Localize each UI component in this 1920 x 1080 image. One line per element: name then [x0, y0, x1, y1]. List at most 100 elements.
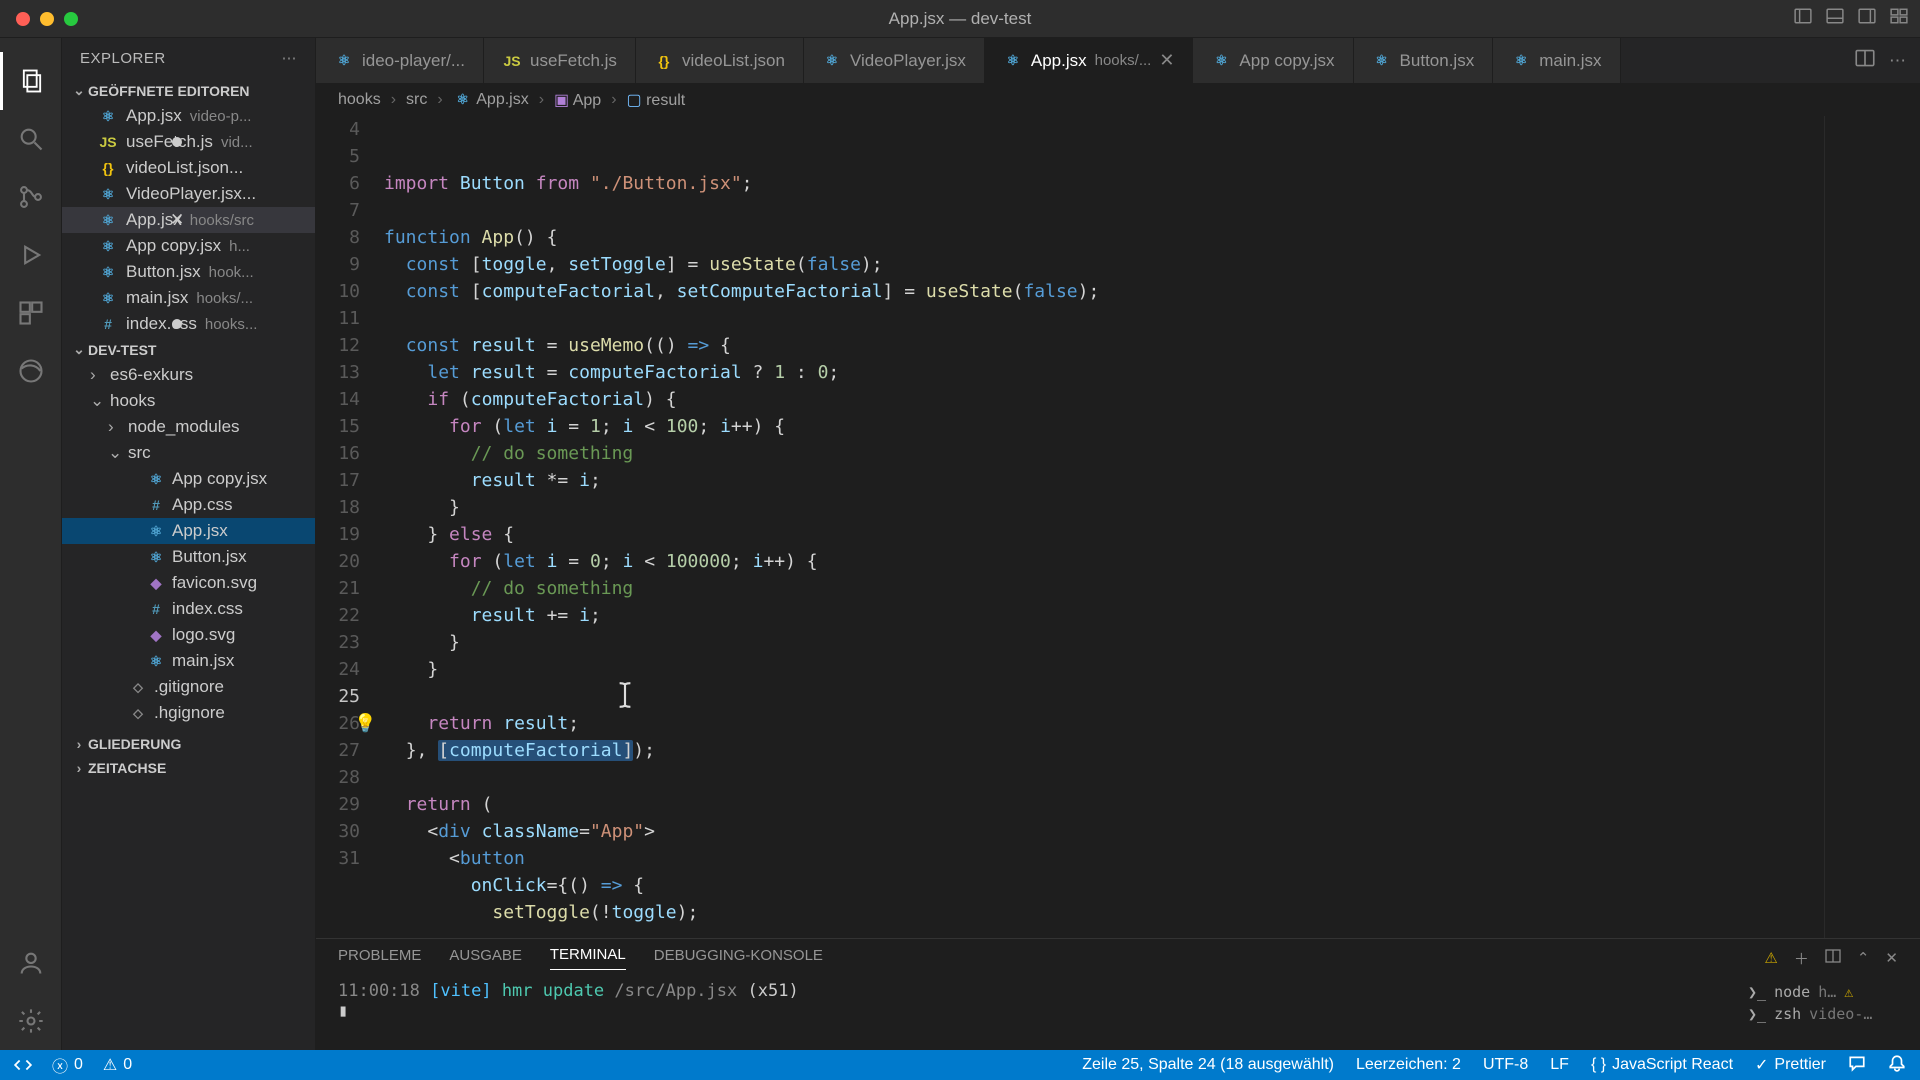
code-line[interactable]: setToggle(!toggle);	[384, 899, 1824, 926]
code-line[interactable]: <div className="App">	[384, 818, 1824, 845]
status-warnings[interactable]: ⚠ 0	[103, 1055, 132, 1075]
section-open-editors[interactable]: ⌄ GEÖFFNETE EDITOREN	[62, 78, 315, 103]
code-line[interactable]: // do something	[384, 440, 1824, 467]
activity-explorer[interactable]	[0, 52, 62, 110]
file-tree-item[interactable]: ›es6-exkurs	[62, 362, 315, 388]
file-tree-item[interactable]: #App.css	[62, 492, 315, 518]
code-line[interactable]	[384, 683, 1824, 710]
code-editor[interactable]: 4567891011121314151617181920212223242526…	[316, 116, 1920, 938]
code-line[interactable]: }	[384, 656, 1824, 683]
code-line[interactable]	[384, 305, 1824, 332]
layout-left-icon[interactable]	[1794, 7, 1812, 30]
window-minimize-button[interactable]	[40, 12, 54, 26]
status-position[interactable]: Zeile 25, Spalte 24 (18 ausgewählt)	[1082, 1056, 1334, 1074]
file-tree-item[interactable]: ◆favicon.svg	[62, 570, 315, 596]
editor-tab[interactable]: {}videoList.json	[636, 38, 804, 83]
code-line[interactable]	[384, 197, 1824, 224]
open-editor-item[interactable]: ✕⚛App.jsx hooks/src	[62, 207, 315, 233]
activity-extensions[interactable]	[0, 284, 62, 342]
editor-more-icon[interactable]: ⋯	[1889, 51, 1906, 71]
breadcrumb-segment[interactable]: ▣ App	[554, 90, 601, 110]
window-close-button[interactable]	[16, 12, 30, 26]
activity-edge[interactable]	[0, 342, 62, 400]
file-tree-item[interactable]: ⚛main.jsx	[62, 648, 315, 674]
terminal-output[interactable]: 11:00:18 [vite] hmr update /src/App.jsx …	[338, 981, 799, 1046]
code-line[interactable]: result *= i;	[384, 467, 1824, 494]
status-encoding[interactable]: UTF-8	[1483, 1056, 1528, 1074]
tab-close-icon[interactable]: ✕	[1159, 50, 1174, 71]
file-tree-item[interactable]: ⌄hooks	[62, 388, 315, 414]
minimap[interactable]	[1824, 116, 1920, 938]
split-editor-icon[interactable]	[1855, 48, 1875, 73]
code-line[interactable]: }	[384, 629, 1824, 656]
breadcrumb-segment[interactable]: ⚛ App.jsx	[453, 91, 529, 109]
file-tree-item[interactable]: ⚛Button.jsx	[62, 544, 315, 570]
window-maximize-button[interactable]	[64, 12, 78, 26]
status-eol[interactable]: LF	[1550, 1056, 1569, 1074]
file-tree-item[interactable]: ⬦.gitignore	[62, 674, 315, 700]
terminal-process[interactable]: ❯_ zsh video-…	[1748, 1003, 1898, 1025]
layout-grid-icon[interactable]	[1890, 7, 1908, 30]
activity-scm[interactable]	[0, 168, 62, 226]
activity-settings[interactable]	[0, 992, 62, 1050]
file-tree-item[interactable]: ⚛App.jsx	[62, 518, 315, 544]
editor-tab[interactable]: ⚛VideoPlayer.jsx	[804, 38, 985, 83]
editor-tab[interactable]: ⚛ideo-player/...	[316, 38, 484, 83]
status-language[interactable]: { } JavaScript React	[1591, 1056, 1733, 1074]
editor-tab[interactable]: ⚛main.jsx	[1493, 38, 1620, 83]
code-line[interactable]: function App() {	[384, 224, 1824, 251]
code-line[interactable]: result += i;	[384, 602, 1824, 629]
file-tree-item[interactable]: ⬦.hgignore	[62, 700, 315, 726]
section-project[interactable]: ⌄ DEV-TEST	[62, 337, 315, 362]
breadcrumb-segment[interactable]: hooks	[338, 91, 381, 109]
activity-search[interactable]	[0, 110, 62, 168]
panel-maximize-icon[interactable]: ⌃	[1857, 949, 1870, 967]
status-indent[interactable]: Leerzeichen: 2	[1356, 1056, 1461, 1074]
code-line[interactable]: return (	[384, 791, 1824, 818]
activity-debug[interactable]	[0, 226, 62, 284]
section-outline[interactable]: › GLIEDERUNG	[62, 732, 315, 756]
layout-right-icon[interactable]	[1858, 7, 1876, 30]
code-line[interactable]: onClick={() => {	[384, 872, 1824, 899]
code-line[interactable]: for (let i = 1; i < 100; i++) {	[384, 413, 1824, 440]
code-line[interactable]: let result = computeFactorial ? 1 : 0;	[384, 359, 1824, 386]
open-editor-item[interactable]: ⚛VideoPlayer.jsx...	[62, 181, 315, 207]
status-errors[interactable]: ⓧ 0	[52, 1053, 83, 1077]
open-editor-item[interactable]: {}videoList.json...	[62, 155, 315, 181]
code-line[interactable]: import Button from "./Button.jsx";	[384, 170, 1824, 197]
explorer-more-icon[interactable]: ⋯	[282, 49, 298, 67]
open-editor-item[interactable]: ⚛Button.jsx hook...	[62, 259, 315, 285]
code-line[interactable]: for (let i = 0; i < 100000; i++) {	[384, 548, 1824, 575]
open-editor-close-icon[interactable]: ✕	[170, 210, 184, 230]
file-tree-item[interactable]: ›node_modules	[62, 414, 315, 440]
code-line[interactable]: } else {	[384, 521, 1824, 548]
code-line[interactable]: 💡return result;	[384, 710, 1824, 737]
file-tree-item[interactable]: ⌄src	[62, 440, 315, 466]
code-line[interactable]: const result = useMemo(() => {	[384, 332, 1824, 359]
code-line[interactable]: const [computeFactorial, setComputeFacto…	[384, 278, 1824, 305]
panel-close-icon[interactable]: ✕	[1885, 949, 1898, 967]
panel-split-icon[interactable]	[1825, 948, 1841, 968]
status-remote-icon[interactable]	[14, 1056, 32, 1074]
status-feedback-icon[interactable]	[1848, 1054, 1866, 1077]
code-line[interactable]: const [toggle, setToggle] = useState(fal…	[384, 251, 1824, 278]
terminal-process[interactable]: ❯_ node h… ⚠	[1748, 981, 1898, 1003]
editor-tab[interactable]: JSuseFetch.js	[484, 38, 636, 83]
status-prettier[interactable]: ✓ Prettier	[1755, 1055, 1826, 1075]
open-editor-item[interactable]: ⚛App copy.jsx h...	[62, 233, 315, 259]
code-line[interactable]	[384, 764, 1824, 791]
open-editor-item[interactable]: #index.css hooks...	[62, 311, 315, 337]
section-timeline[interactable]: › ZEITACHSE	[62, 756, 315, 780]
breadcrumb-segment[interactable]: src	[406, 91, 427, 109]
code-line[interactable]: <button	[384, 845, 1824, 872]
editor-tab[interactable]: ⚛App copy.jsx	[1193, 38, 1353, 83]
code-line[interactable]: // do something	[384, 575, 1824, 602]
breadcrumb[interactable]: hooks›src›⚛ App.jsx›▣ App›▢ result	[316, 84, 1920, 116]
layout-bottom-icon[interactable]	[1826, 7, 1844, 30]
editor-tab[interactable]: ⚛Button.jsx	[1354, 38, 1494, 83]
file-tree-item[interactable]: ◆logo.svg	[62, 622, 315, 648]
open-editor-item[interactable]: ⚛main.jsx hooks/...	[62, 285, 315, 311]
code-line[interactable]: if (computeFactorial) {	[384, 386, 1824, 413]
code-line[interactable]: }, [computeFactorial]);	[384, 737, 1824, 764]
status-bell-icon[interactable]	[1888, 1054, 1906, 1077]
